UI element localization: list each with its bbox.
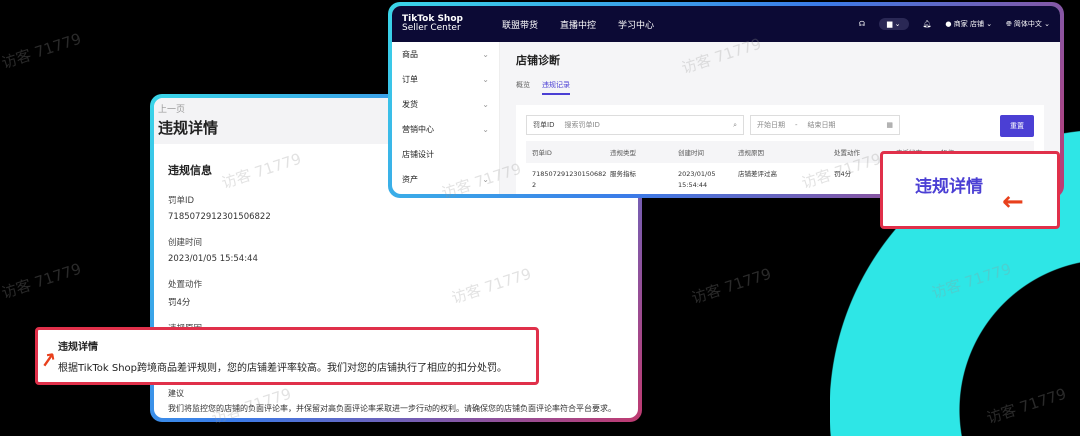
watermark: 访客 71779 <box>0 29 84 73</box>
callout-violation-detail: 违规详情 根据TikTok Shop跨境商品差评规则，您的店铺差评率较高。我们对… <box>35 327 539 385</box>
field-label: 创建时间 <box>168 238 203 248</box>
suggestion-text: 我们将监控您的店铺的负面评论率，并保留对高负面评论率采取进一步行动的权利。请确保… <box>168 404 616 413</box>
search-input[interactable]: 罚单ID 搜索罚单ID ⌕ <box>526 115 744 135</box>
nav-item[interactable]: 联盟带货 <box>502 18 538 31</box>
calendar-icon: ▦ <box>886 121 893 129</box>
sidebar-item[interactable]: 商品 ⌄ <box>392 42 499 67</box>
watermark: 访客 71779 <box>0 259 84 303</box>
field-label: 处置动作 <box>168 280 203 290</box>
watermark: 访客 71779 <box>689 264 774 308</box>
sidebar-item[interactable]: 营销中心 ⌄ <box>392 117 499 142</box>
callout-text: 根据TikTok Shop跨境商品差评规则，您的店铺差评率较高。我们对您的店铺执… <box>58 363 508 374</box>
language-menu[interactable]: 🌐︎ 简体中文 ⌄ <box>1006 19 1050 29</box>
sidebar: 商品 ⌄ 订单 ⌄ 发货 ⌄ 营销中心 ⌄ 店铺设计 资产 ⌄ <box>392 42 500 194</box>
sidebar-item[interactable]: 资产 ⌄ <box>392 167 499 192</box>
reset-button[interactable]: 重置 <box>1000 115 1034 137</box>
field-value: 罚4分 <box>168 298 191 308</box>
callout-detail-link: 违规详情 ↖ <box>880 151 1060 229</box>
arrow-icon: ↖ <box>995 184 1033 222</box>
sidebar-item[interactable]: 订单 ⌄ <box>392 67 499 92</box>
tab-violations[interactable]: 违规记录 <box>542 80 570 95</box>
nav-item[interactable]: 直播中控 <box>560 18 596 31</box>
search-icon: ⌕ <box>733 120 737 129</box>
suggestion-label: 建议 <box>168 389 184 398</box>
callout-title: 违规详情 <box>58 342 98 353</box>
nav-item[interactable]: 学习中心 <box>618 18 654 31</box>
top-bar: TikTok Shop Seller Center 联盟带货 直播中控 学习中心 … <box>392 6 1060 42</box>
field-value: 2023/01/05 15:54:44 <box>168 254 258 264</box>
date-range-picker[interactable]: 开始日期 - 结束日期 ▦ <box>750 115 900 135</box>
sidebar-item[interactable]: 店铺设计 <box>392 142 499 167</box>
headset-icon[interactable]: ☊ <box>859 20 865 28</box>
message-dropdown[interactable]: ▆ ⌄ <box>879 18 909 30</box>
page-title: 店铺诊断 <box>516 54 560 67</box>
logo[interactable]: TikTok Shop Seller Center <box>402 15 492 33</box>
bell-icon[interactable]: 🔔︎ <box>923 20 932 28</box>
field-value: 7185072912301506822 <box>168 212 271 222</box>
user-menu[interactable]: ● 商家 店铺 ⌄ <box>945 19 992 29</box>
sidebar-item[interactable]: 发货 ⌄ <box>392 92 499 117</box>
violation-detail-link[interactable]: 违规详情 <box>915 172 983 197</box>
tab-overview[interactable]: 概览 <box>516 80 530 95</box>
